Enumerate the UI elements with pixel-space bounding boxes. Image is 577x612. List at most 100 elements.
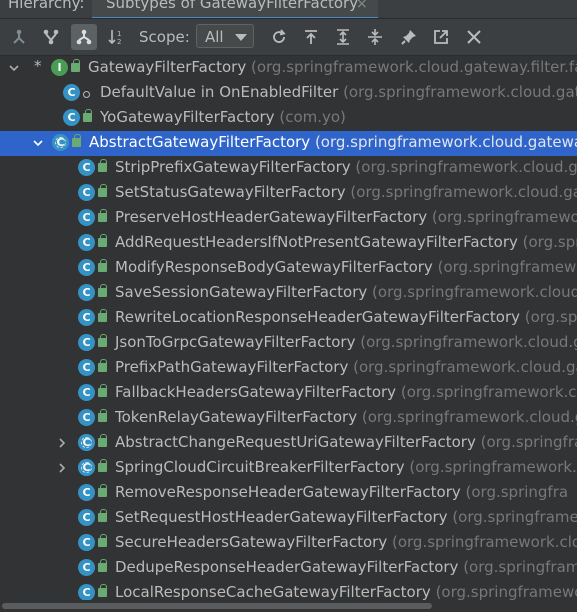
collapse-all-icon	[368, 29, 382, 45]
tree-row[interactable]: C SaveSessionGatewayFilterFactory (org.sp…	[0, 281, 577, 306]
close-button[interactable]	[461, 24, 487, 50]
public-lock-icon	[98, 184, 107, 197]
class-icon: C	[78, 334, 95, 351]
tree-row[interactable]: C PrefixPathGatewayFilterFactory (org.spr…	[0, 356, 577, 381]
class-name: GatewayFilterFactory	[88, 58, 247, 76]
tab-close-icon[interactable]: ×	[356, 0, 368, 12]
subtypes-hierarchy-button[interactable]	[71, 24, 97, 50]
tree-row[interactable]: C StripPrefixGatewayFilterFactory (org.sp…	[0, 156, 577, 181]
tree-row-label: JsonToGrpcGatewayFilterFactory (org.spri…	[115, 333, 577, 351]
tree-row[interactable]: C RewriteLocationResponseHeaderGatewayFil…	[0, 306, 577, 331]
public-lock-icon	[98, 234, 107, 247]
class-icon: C	[78, 159, 95, 176]
package-name: (org.springframework.cloud.gatew	[343, 83, 577, 101]
public-lock-icon	[71, 59, 80, 72]
class-icon: C	[78, 534, 95, 551]
tab-subtypes[interactable]: Subtypes of GatewayFilterFactory ×	[92, 0, 378, 18]
collapse-all-button[interactable]	[362, 24, 388, 50]
scope-value: All	[205, 28, 224, 46]
autoscroll-to-source-button[interactable]	[298, 24, 324, 50]
class-name: JsonToGrpcGatewayFilterFactory	[115, 333, 356, 351]
package-name: (org.springframework.cloud.gateway.filte…	[250, 58, 577, 76]
package-name: (org.springframework.clo	[392, 533, 577, 551]
public-lock-icon	[98, 584, 107, 597]
package-name: (org.springframework.cloud.gat	[350, 183, 577, 201]
package-name: (org.springfra	[465, 483, 569, 501]
chevron-right-icon[interactable]	[56, 462, 68, 474]
package-name: (org.springframework.cloud.g	[360, 333, 577, 351]
class-name: SetRequestHostHeaderGatewayFilterFactory	[115, 508, 448, 526]
package-name: (org.springframewo	[437, 258, 577, 276]
public-lock-icon	[98, 159, 107, 172]
class-name: DedupeResponseHeaderGatewayFilterFactory	[115, 558, 459, 576]
tree-row[interactable]: C RemoveResponseHeaderGatewayFilterFactor…	[0, 481, 577, 506]
subtypes-hierarchy-icon	[76, 29, 92, 45]
class-icon: C	[78, 234, 95, 251]
tree-row[interactable]: C SpringCloudCircuitBreakerFilterFactory …	[0, 456, 577, 481]
tree-row[interactable]: C AbstractChangeRequestUriGatewayFilterFa…	[0, 431, 577, 456]
type-hierarchy-button[interactable]	[38, 24, 64, 50]
class-name: DefaultValue in OnEnabledFilter	[100, 83, 339, 101]
type-hierarchy-icon	[43, 29, 59, 45]
tree-row-label: AbstractChangeRequestUriGatewayFilterFac…	[115, 433, 577, 451]
svg-text:1: 1	[117, 30, 121, 38]
package-private-icon	[83, 91, 90, 98]
abstract-class-icon: C	[52, 134, 69, 151]
tree-row[interactable]: C YoGatewayFilterFactory (com.yo)	[0, 106, 577, 131]
svg-text:2: 2	[117, 38, 121, 46]
tree-row-label: PrefixPathGatewayFilterFactory (org.spri…	[115, 358, 577, 376]
open-in-editor-button[interactable]	[428, 24, 454, 50]
package-name: (org.springframework.cloud.ga	[353, 358, 577, 376]
tree-row[interactable]: * I GatewayFilterFactory (org.springframew…	[0, 56, 577, 81]
chevron-down-icon[interactable]	[32, 137, 44, 149]
class-icon: C	[78, 559, 95, 576]
public-lock-icon	[98, 409, 107, 422]
class-icon: C	[78, 284, 95, 301]
class-icon: C	[78, 509, 95, 526]
tree-row-label: SetRequestHostHeaderGatewayFilterFactory…	[115, 508, 577, 526]
supertypes-hierarchy-button[interactable]	[6, 24, 32, 50]
public-lock-icon	[98, 459, 107, 472]
package-name: (org.spr	[522, 233, 577, 251]
tree-row[interactable]: C DefaultValue in OnEnabledFilter (org.sp…	[0, 81, 577, 106]
interface-icon: I	[51, 59, 68, 76]
refresh-button[interactable]	[266, 24, 292, 50]
hierarchy-tree[interactable]: * I GatewayFilterFactory (org.springframew…	[0, 56, 577, 612]
public-lock-icon	[98, 559, 107, 572]
tree-row[interactable]: C AbstractGatewayFilterFactory (org.sprin…	[0, 131, 577, 156]
hierarchy-tool-window: Hierarchy: Subtypes of GatewayFilterFact…	[0, 0, 577, 612]
tree-row[interactable]: C JsonToGrpcGatewayFilterFactory (org.spr…	[0, 331, 577, 356]
tree-row[interactable]: C ModifyResponseBodyGatewayFilterFactory …	[0, 256, 577, 281]
tree-row[interactable]: C SetRequestHostHeaderGatewayFilterFactor…	[0, 506, 577, 531]
autoscroll-to-source-icon	[305, 30, 317, 44]
chevron-down-icon[interactable]	[8, 62, 20, 74]
class-name: RewriteLocationResponseHeaderGatewayFilt…	[115, 308, 520, 326]
package-name: (com.yo)	[279, 108, 346, 126]
public-lock-icon	[98, 384, 107, 397]
pin-button[interactable]	[396, 24, 422, 50]
scrollbar-thumb[interactable]	[2, 603, 432, 609]
horizontal-scrollbar[interactable]	[0, 600, 577, 612]
tree-row[interactable]: C DedupeResponseHeaderGatewayFilterFactor…	[0, 556, 577, 581]
class-name: LocalResponseCacheGatewayFilterFactory	[115, 583, 431, 601]
abstract-class-icon: C	[78, 459, 95, 476]
close-icon	[467, 30, 481, 44]
sort-alphabetically-icon: 1 2	[108, 30, 121, 46]
class-name: FallbackHeadersGatewayFilterFactory	[115, 383, 397, 401]
scope-dropdown[interactable]: All	[196, 24, 254, 48]
tree-row-label: ModifyResponseBodyGatewayFilterFactory (…	[115, 258, 577, 276]
sort-alphabetically-button[interactable]: 1 2	[104, 24, 130, 50]
tree-row[interactable]: C PreserveHostHeaderGatewayFilterFactory …	[0, 206, 577, 231]
class-icon: C	[78, 309, 95, 326]
tree-row[interactable]: C TokenRelayGatewayFilterFactory (org.spr…	[0, 406, 577, 431]
chevron-right-icon[interactable]	[56, 437, 68, 449]
tree-row[interactable]: C SecureHeadersGatewayFilterFactory (org.…	[0, 531, 577, 556]
hierarchy-label: Hierarchy:	[8, 0, 85, 12]
abstract-class-icon: C	[78, 434, 95, 451]
tree-row[interactable]: C FallbackHeadersGatewayFilterFactory (or…	[0, 381, 577, 406]
tree-row[interactable]: C AddRequestHeadersIfNotPresentGatewayFil…	[0, 231, 577, 256]
class-name: AbstractChangeRequestUriGatewayFilterFac…	[115, 433, 476, 451]
public-lock-icon	[98, 309, 107, 322]
tree-row[interactable]: C SetStatusGatewayFilterFactory (org.spri…	[0, 181, 577, 206]
expand-all-button[interactable]	[330, 24, 356, 50]
